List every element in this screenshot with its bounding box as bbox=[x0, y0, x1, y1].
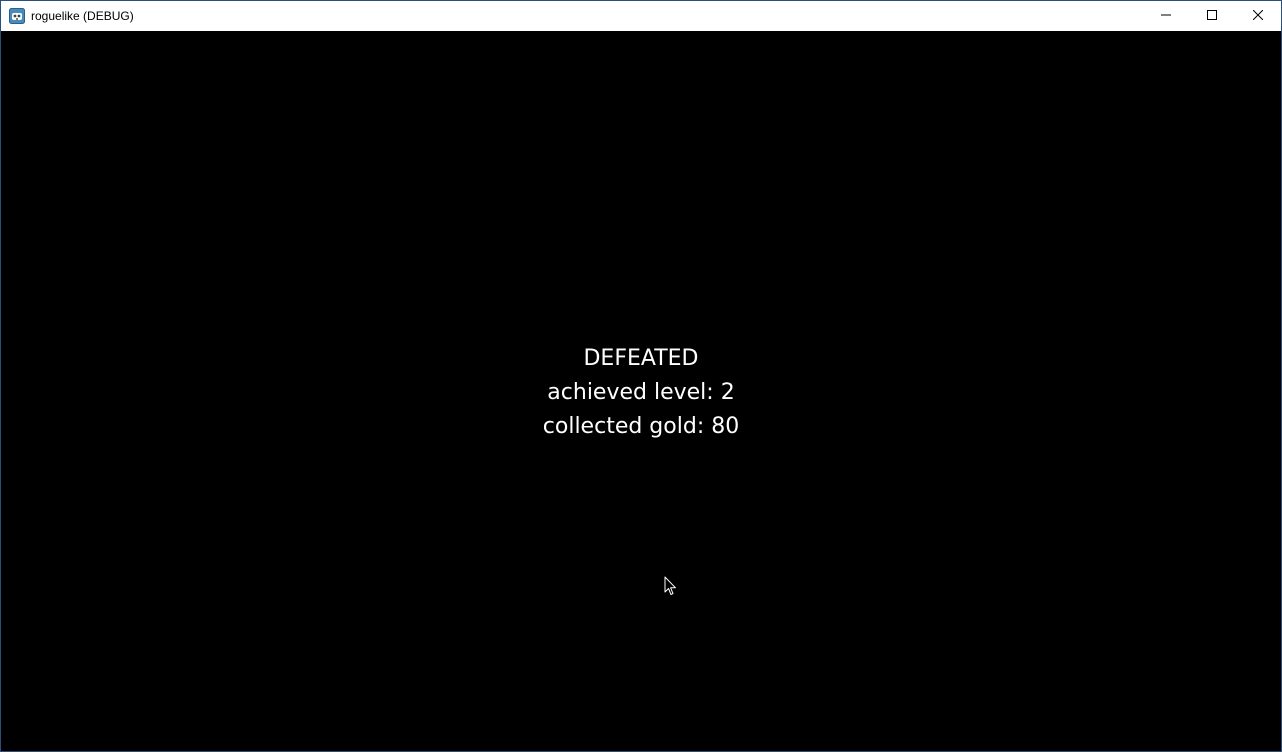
minimize-icon bbox=[1161, 7, 1171, 25]
window-controls bbox=[1143, 1, 1281, 31]
godot-engine-icon bbox=[9, 8, 25, 24]
minimize-button[interactable] bbox=[1143, 1, 1189, 31]
close-button[interactable] bbox=[1235, 1, 1281, 31]
maximize-icon bbox=[1207, 7, 1217, 25]
defeat-status-text: DEFEATED bbox=[583, 346, 699, 371]
title-bar[interactable]: roguelike (DEBUG) bbox=[1, 1, 1281, 31]
defeat-summary: DEFEATED achieved level: 2 collected gol… bbox=[1, 342, 1281, 444]
maximize-button[interactable] bbox=[1189, 1, 1235, 31]
mouse-pointer-icon bbox=[664, 576, 677, 596]
achieved-level-text: achieved level: 2 bbox=[547, 380, 735, 405]
game-viewport[interactable]: DEFEATED achieved level: 2 collected gol… bbox=[1, 31, 1281, 751]
game-window: roguelike (DEBUG) DEFEATED achieved leve… bbox=[0, 0, 1282, 752]
close-icon bbox=[1252, 7, 1264, 25]
window-title: roguelike (DEBUG) bbox=[31, 9, 134, 23]
collected-gold-text: collected gold: 80 bbox=[542, 414, 740, 439]
